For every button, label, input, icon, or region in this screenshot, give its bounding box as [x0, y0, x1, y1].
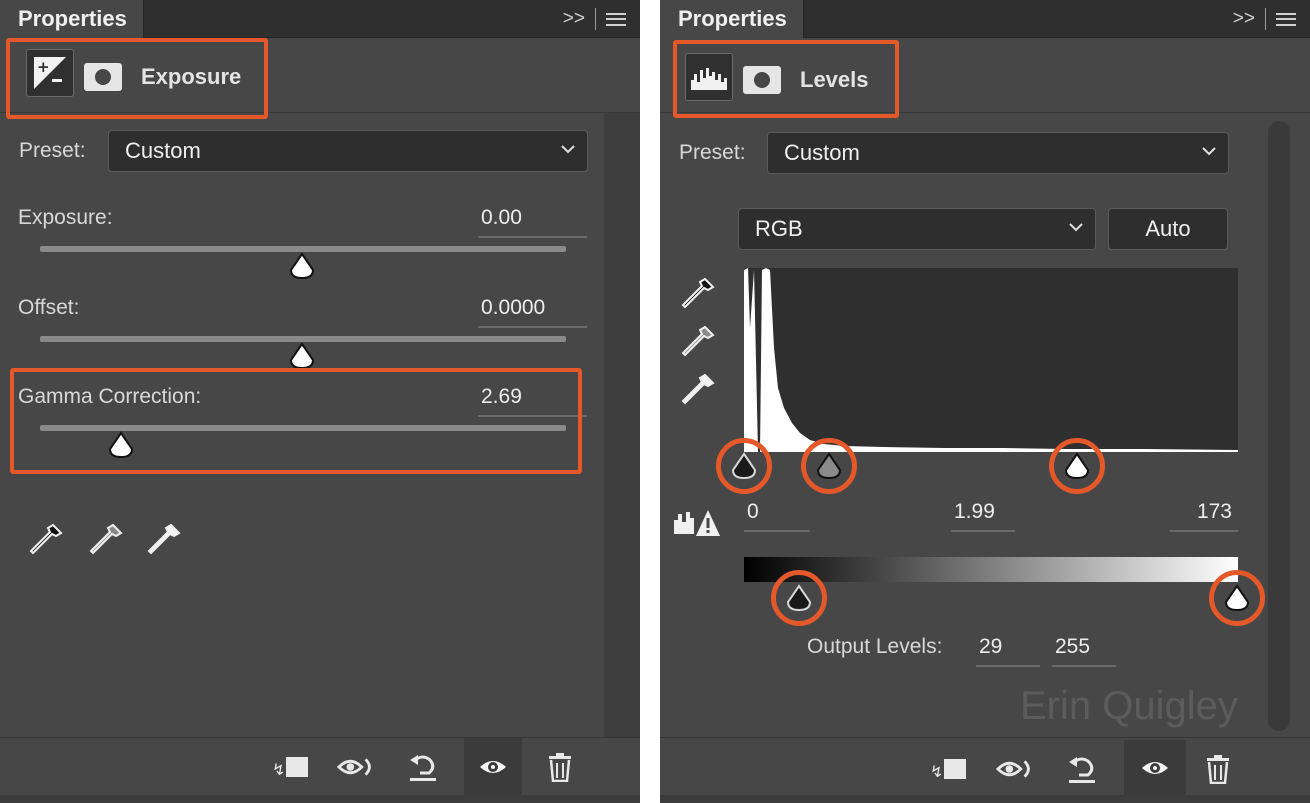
- properties-tab[interactable]: Properties: [660, 0, 804, 38]
- exposure-slider-thumb[interactable]: [288, 252, 316, 280]
- collapse-panel-button[interactable]: >>: [563, 8, 585, 30]
- gamma-slider-thumb[interactable]: [107, 431, 135, 459]
- layer-mask-icon[interactable]: [743, 66, 781, 94]
- chevron-down-icon: [1202, 147, 1216, 156]
- panel-footer: ↯: [660, 737, 1310, 796]
- panel-menu-icon[interactable]: [1276, 12, 1296, 26]
- input-black-field[interactable]: 0: [744, 500, 810, 532]
- properties-tab[interactable]: Properties: [0, 0, 144, 38]
- scrollbar[interactable]: [1268, 121, 1290, 731]
- properties-panel-exposure: Properties >> + Exposure Preset: Custom …: [0, 0, 640, 803]
- view-previous-state-icon[interactable]: [996, 750, 1036, 788]
- panel-bottom-edge: [0, 795, 640, 803]
- properties-panel-levels: Properties >> Levels Preset: Custom RGB …: [660, 0, 1310, 803]
- exposure-label: Exposure:: [18, 206, 113, 229]
- panel-tab-bar: Properties >>: [0, 0, 640, 38]
- chevron-down-icon: [561, 145, 575, 154]
- gamma-correction-label: Gamma Correction:: [18, 385, 202, 408]
- preset-dropdown[interactable]: Custom: [108, 130, 588, 172]
- clip-to-layer-icon[interactable]: ↯: [930, 750, 970, 788]
- highlight-box-gamma: [10, 368, 582, 474]
- input-white-slider-thumb[interactable]: [1063, 452, 1091, 480]
- preset-value: Custom: [125, 138, 201, 163]
- output-white-field[interactable]: 255: [1052, 635, 1116, 667]
- collapse-panel-button[interactable]: >>: [1233, 8, 1255, 30]
- adjustment-title: Exposure: [141, 64, 242, 89]
- chevron-down-icon: [1069, 223, 1083, 232]
- preset-label: Preset:: [19, 139, 86, 162]
- panel-tab-bar: Properties >>: [660, 0, 1310, 38]
- output-white-slider-thumb[interactable]: [1223, 584, 1251, 612]
- black-point-eyedropper-icon[interactable]: [680, 276, 716, 312]
- preset-value: Custom: [784, 140, 860, 165]
- panel-footer: ↯: [0, 737, 640, 796]
- clip-to-layer-icon[interactable]: ↯: [272, 748, 312, 786]
- input-black-slider-thumb[interactable]: [730, 452, 758, 480]
- offset-value-field[interactable]: 0.0000: [478, 296, 587, 328]
- levels-histogram: [744, 268, 1238, 452]
- output-black-slider-thumb[interactable]: [785, 584, 813, 612]
- output-black-field[interactable]: 29: [976, 635, 1040, 667]
- auto-button[interactable]: Auto: [1108, 208, 1228, 250]
- reset-icon[interactable]: [1062, 750, 1102, 788]
- visibility-eye-icon[interactable]: [1124, 740, 1186, 796]
- view-previous-state-icon[interactable]: [337, 748, 377, 786]
- exposure-value-field[interactable]: 0.00: [478, 206, 587, 238]
- input-gamma-field[interactable]: 1.99: [951, 500, 1015, 532]
- adjustment-title: Levels: [800, 67, 869, 92]
- white-point-eyedropper-icon[interactable]: [146, 522, 182, 558]
- offset-label: Offset:: [18, 296, 80, 319]
- adjustment-header: Levels: [660, 39, 1310, 113]
- adjustment-header: + Exposure: [0, 39, 640, 113]
- trash-icon[interactable]: [540, 748, 580, 786]
- layer-mask-icon[interactable]: [84, 63, 122, 91]
- offset-slider-thumb[interactable]: [288, 342, 316, 370]
- gray-point-eyedropper-icon[interactable]: [680, 324, 716, 360]
- divider: [1265, 8, 1266, 30]
- panel-menu-icon[interactable]: [606, 12, 626, 26]
- channel-value: RGB: [755, 216, 803, 241]
- exposure-adjustment-icon[interactable]: +: [26, 49, 74, 97]
- visibility-eye-icon[interactable]: [464, 738, 522, 796]
- svg-text:+: +: [37, 58, 50, 76]
- white-point-eyedropper-icon[interactable]: [680, 372, 716, 408]
- panel-bottom-edge: [660, 795, 1310, 803]
- preset-dropdown[interactable]: Custom: [767, 132, 1229, 174]
- reset-icon[interactable]: [403, 748, 443, 786]
- gray-point-eyedropper-icon[interactable]: [88, 522, 124, 558]
- watermark-text: Erin Quigley: [1020, 684, 1238, 728]
- preset-label: Preset:: [679, 141, 746, 164]
- input-gamma-slider-thumb[interactable]: [815, 452, 843, 480]
- trash-icon[interactable]: [1198, 750, 1238, 788]
- divider: [595, 8, 596, 30]
- output-levels-label: Output Levels:: [807, 635, 943, 658]
- levels-adjustment-icon[interactable]: [685, 53, 733, 101]
- output-levels-gradient: [744, 557, 1238, 582]
- gamma-value-field[interactable]: 2.69: [478, 385, 587, 417]
- clipping-warning-icon[interactable]: [672, 508, 722, 538]
- input-white-field[interactable]: 173: [1170, 500, 1238, 532]
- channel-dropdown[interactable]: RGB: [738, 208, 1096, 250]
- scrollbar[interactable]: [604, 113, 640, 737]
- black-point-eyedropper-icon[interactable]: [28, 522, 64, 558]
- svg-text:↯: ↯: [272, 760, 285, 779]
- svg-text:↯: ↯: [930, 762, 943, 781]
